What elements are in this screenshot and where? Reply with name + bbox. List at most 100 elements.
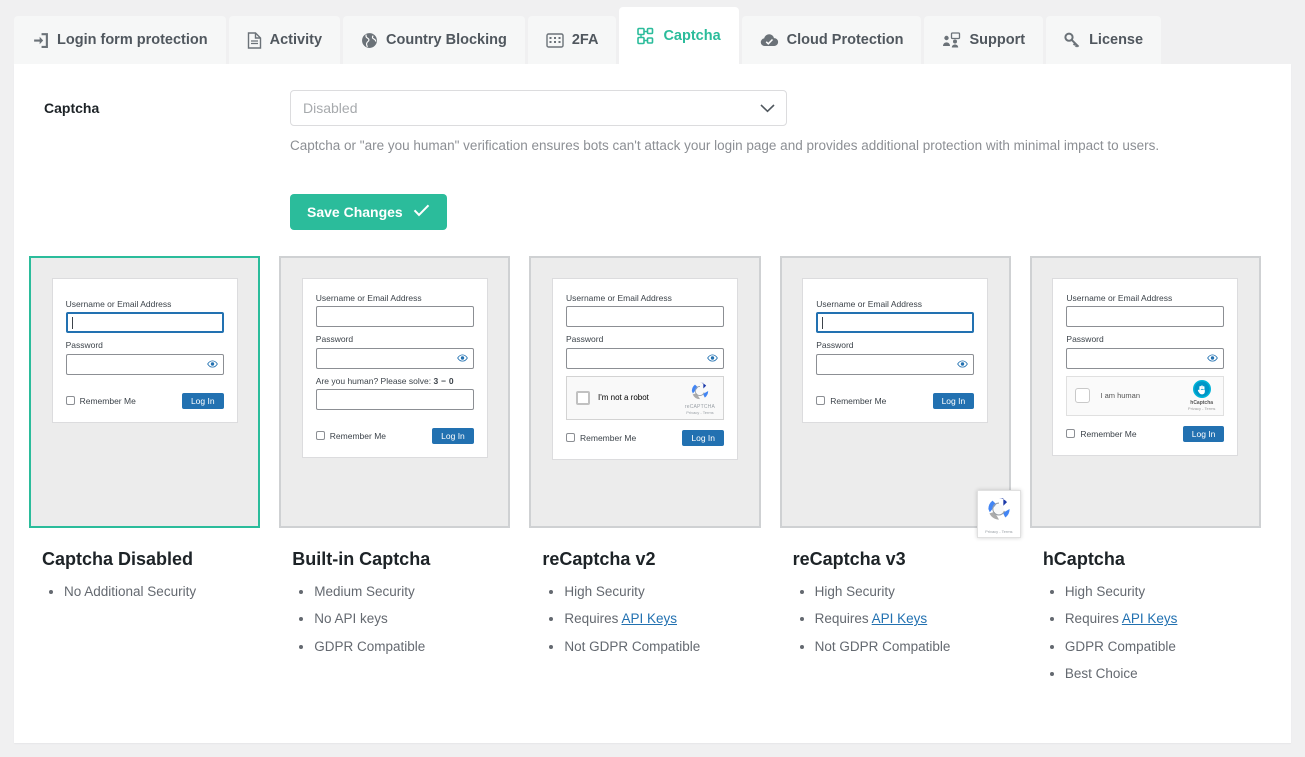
captcha-option-recaptcha-v3[interactable]: Username or Email Address Password Remem… xyxy=(779,256,1021,693)
remember-me-checkbox[interactable] xyxy=(566,433,575,443)
feature-item: Best Choice xyxy=(1065,666,1261,682)
hcaptcha-checkbox[interactable] xyxy=(1075,388,1091,404)
recaptcha-checkbox-row[interactable]: I'm not a robot xyxy=(576,390,649,405)
captcha-option-recaptcha-v2[interactable]: Username or Email Address Password I'm n… xyxy=(529,256,761,693)
captcha-option-built-in-captcha[interactable]: Username or Email Address Password Are y… xyxy=(279,256,511,693)
password-input[interactable] xyxy=(566,347,724,369)
tab-label: Login form protection xyxy=(57,32,208,48)
feature-list: High Security Requires API Keys GDPR Com… xyxy=(1030,584,1261,682)
login-button[interactable]: Log In xyxy=(682,429,724,447)
captcha-setting-row: Captcha Disabled Captcha or "are you hum… xyxy=(44,90,1261,231)
show-password-eye-icon[interactable] xyxy=(707,354,718,362)
captcha-select-value: Disabled xyxy=(303,100,358,116)
feature-item: No Additional Security xyxy=(64,584,260,600)
login-button[interactable]: Log In xyxy=(932,392,975,410)
feature-text: Not GDPR Compatible xyxy=(564,638,701,654)
tab-activity[interactable]: Activity xyxy=(228,16,341,64)
api-keys-link[interactable]: API Keys xyxy=(872,611,928,626)
preview-recaptcha-v3[interactable]: Username or Email Address Password Remem… xyxy=(779,256,1021,539)
username-label: Username or Email Address xyxy=(315,293,422,304)
keypad-icon xyxy=(546,32,564,48)
recaptcha-v2-widget[interactable]: I'm not a robot reCAPTCHA Privacy - Term… xyxy=(566,375,724,420)
remember-me-label: Remember Me xyxy=(329,430,387,441)
api-keys-link[interactable]: API Keys xyxy=(1122,611,1178,626)
tab-country-blocking[interactable]: Country Blocking xyxy=(343,16,525,64)
api-keys-link[interactable]: API Keys xyxy=(621,611,677,626)
username-input[interactable] xyxy=(566,306,724,328)
feature-list: High Security Requires API Keys Not GDPR… xyxy=(529,584,760,655)
recaptcha-terms[interactable]: Privacy - Terms xyxy=(980,529,1018,534)
card-title: reCaptcha v3 xyxy=(792,549,906,570)
captcha-nodes-icon xyxy=(637,27,655,45)
remember-me-checkbox[interactable] xyxy=(315,431,325,441)
tab-license[interactable]: License xyxy=(1046,16,1162,64)
key-icon xyxy=(1064,32,1081,49)
password-input[interactable] xyxy=(816,353,975,375)
captcha-setting-description: Captcha or "are you human" verification … xyxy=(290,138,1160,153)
remember-me-row[interactable]: Remember Me xyxy=(566,433,636,443)
tab-2fa[interactable]: 2FA xyxy=(527,16,617,64)
tab-cloud-protection[interactable]: Cloud Protection xyxy=(741,16,922,64)
captcha-setting-field: Disabled Captcha or "are you human" veri… xyxy=(290,90,1195,231)
tab-label: Captcha xyxy=(663,27,721,44)
remember-me-checkbox[interactable] xyxy=(65,396,75,406)
tab-captcha[interactable]: Captcha xyxy=(619,7,739,64)
remember-me-checkbox[interactable] xyxy=(816,396,826,406)
preview-hcaptcha[interactable]: Username or Email Address Password I am … xyxy=(1029,256,1262,529)
hcaptcha-terms[interactable]: Privacy - Terms xyxy=(1188,406,1215,411)
feature-item: Medium Security xyxy=(314,584,510,600)
password-input[interactable] xyxy=(1066,347,1225,369)
password-input[interactable] xyxy=(65,353,224,375)
feature-list: Medium Security No API keys GDPR Compati… xyxy=(279,584,510,655)
username-input[interactable] xyxy=(65,312,224,334)
remember-me-checkbox[interactable] xyxy=(1066,429,1076,439)
recaptcha-terms[interactable]: Privacy - Terms xyxy=(685,410,715,415)
password-input[interactable] xyxy=(315,347,474,369)
show-password-eye-icon[interactable] xyxy=(957,360,969,368)
preview-recaptcha-v2[interactable]: Username or Email Address Password I'm n… xyxy=(529,256,761,529)
captcha-select[interactable]: Disabled xyxy=(290,90,787,126)
preview-built-in-captcha[interactable]: Username or Email Address Password Are y… xyxy=(279,256,511,529)
username-input[interactable] xyxy=(1066,306,1225,328)
show-password-eye-icon[interactable] xyxy=(206,360,218,368)
preview-captcha-disabled[interactable]: Username or Email Address Password Remem… xyxy=(29,256,261,529)
remember-me-row[interactable]: Remember Me xyxy=(65,396,136,406)
show-password-eye-icon[interactable] xyxy=(1207,354,1219,362)
login-button[interactable]: Log In xyxy=(181,392,224,410)
remember-me-row[interactable]: Remember Me xyxy=(1066,429,1137,439)
remember-me-row[interactable]: Remember Me xyxy=(315,430,387,441)
feature-text: GDPR Compatible xyxy=(314,638,426,654)
captcha-option-captcha-disabled[interactable]: Username or Email Address Password Remem… xyxy=(29,256,261,693)
globe-icon xyxy=(361,32,378,49)
tab-support[interactable]: Support xyxy=(924,16,1044,64)
remember-me-row[interactable]: Remember Me xyxy=(816,396,886,406)
tab-bar: Login form protection Activity Country B… xyxy=(0,0,1305,64)
captcha-option-hcaptcha[interactable]: Username or Email Address Password I am … xyxy=(1029,256,1262,693)
feature-item: Not GDPR Compatible xyxy=(564,639,760,655)
captcha-setting-label: Captcha xyxy=(44,100,100,116)
login-button[interactable]: Log In xyxy=(432,427,474,445)
hcaptcha-logo-icon xyxy=(1192,380,1211,400)
recaptcha-v3-badge[interactable]: Privacy - Terms xyxy=(976,490,1021,539)
feature-item: High Security xyxy=(1065,584,1261,600)
login-button[interactable]: Log In xyxy=(1182,425,1225,443)
show-password-eye-icon[interactable] xyxy=(456,354,468,362)
support-users-icon xyxy=(942,32,961,48)
username-input[interactable] xyxy=(315,306,474,328)
hcaptcha-checkbox-row[interactable]: I am human xyxy=(1075,388,1140,404)
recaptcha-checkbox[interactable] xyxy=(576,390,590,405)
password-label: Password xyxy=(816,340,854,351)
feature-text: Not GDPR Compatible xyxy=(814,638,951,654)
tab-login-form-protection[interactable]: Login form protection xyxy=(14,16,226,64)
username-input[interactable] xyxy=(816,312,975,334)
card-title: hCaptcha xyxy=(1042,549,1125,570)
form-bottom-row: Remember Me Log In xyxy=(1066,425,1225,443)
remember-me-label: Remember Me xyxy=(830,395,887,406)
password-label: Password xyxy=(315,334,354,345)
hcaptcha-widget[interactable]: I am human hCaptcha Privacy - Terms xyxy=(1066,375,1225,416)
feature-text: High Security xyxy=(814,584,895,600)
save-changes-button[interactable]: Save Changes xyxy=(290,194,447,231)
tab-label: Country Blocking xyxy=(386,32,507,48)
math-answer-input[interactable] xyxy=(315,388,474,410)
feature-list: No Additional Security xyxy=(29,584,260,600)
